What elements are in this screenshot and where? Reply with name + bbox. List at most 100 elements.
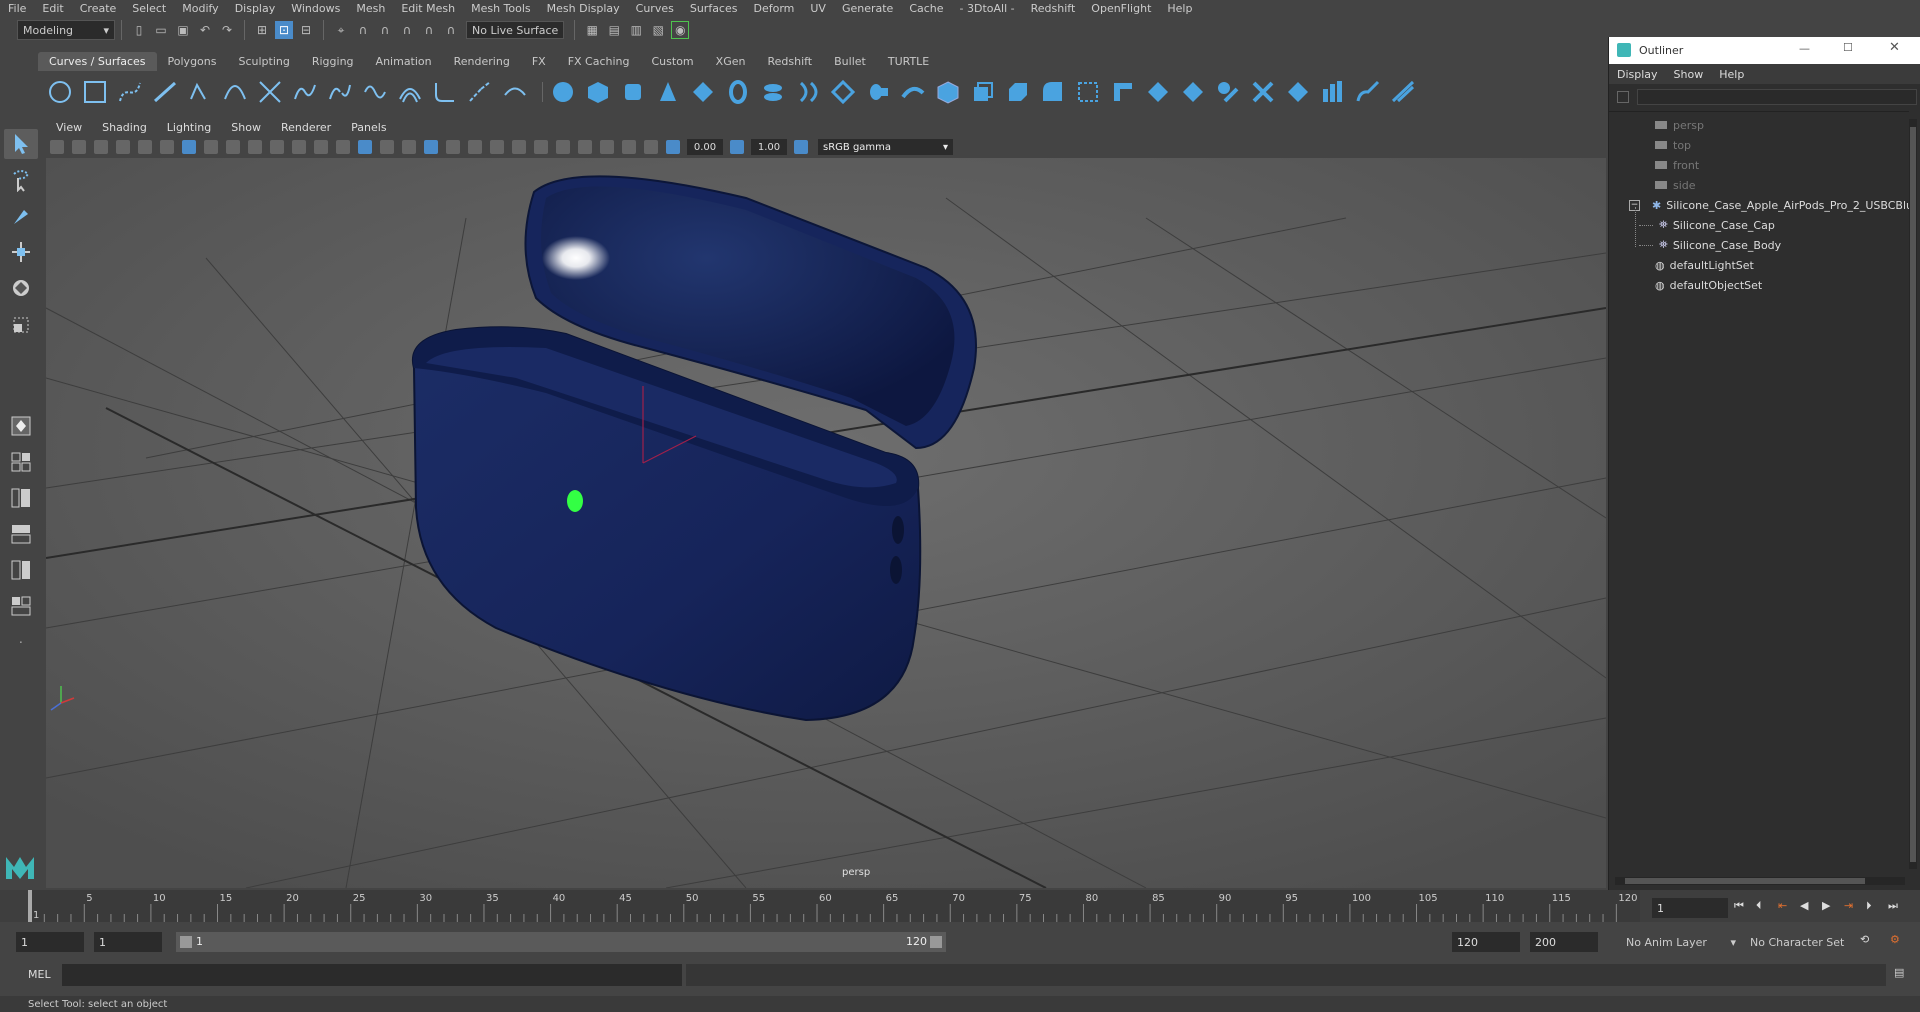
menu-surfaces[interactable]: Surfaces (682, 2, 746, 15)
menu-edit-mesh[interactable]: Edit Mesh (393, 2, 463, 15)
smooth-shade-icon[interactable] (358, 140, 372, 154)
nurbs-cube-icon[interactable] (584, 78, 612, 106)
mel-label[interactable]: MEL (28, 968, 51, 981)
nurbs-plane-icon[interactable] (689, 78, 717, 106)
curve-intersect-icon[interactable] (256, 78, 284, 106)
tab-fx[interactable]: FX (521, 52, 557, 71)
render-view-icon[interactable]: ▧ (649, 21, 667, 39)
extend-surface-icon[interactable] (1319, 78, 1347, 106)
move-tool-icon[interactable] (4, 237, 38, 267)
curve-detach-icon[interactable] (326, 78, 354, 106)
time-ruler[interactable]: 1 5 10 15 20 25 30 35 40 45 50 55 60 65 70 75 80 85 90 95 10… (28, 890, 1640, 922)
tab-xgen[interactable]: XGen (705, 52, 757, 71)
birail-icon[interactable] (899, 78, 927, 106)
trim-tool-icon[interactable] (1109, 78, 1137, 106)
menu-file[interactable]: File (0, 2, 34, 15)
save-scene-icon[interactable]: ▣ (174, 21, 192, 39)
nurbs-cone-icon[interactable] (654, 78, 682, 106)
select-component-icon[interactable]: ⊟ (297, 21, 315, 39)
redo-icon[interactable]: ↷ (218, 21, 236, 39)
time-slider[interactable]: 1 5 10 15 20 25 30 35 40 45 50 55 60 65 70 75 80 85 90 95 10… (0, 890, 1920, 922)
panel-menu-lighting[interactable]: Lighting (157, 121, 221, 134)
intersect-surface-icon[interactable] (1039, 78, 1067, 106)
script-editor-icon[interactable]: ▤ (1894, 966, 1904, 979)
menu-redshift[interactable]: Redshift (1023, 2, 1084, 15)
ipr-render-icon[interactable]: ▥ (627, 21, 645, 39)
image-plane-icon[interactable] (116, 140, 130, 154)
2d-pan-zoom-icon[interactable] (138, 140, 152, 154)
go-to-start-icon[interactable]: ⏮ (1734, 899, 1744, 913)
gamma-icon[interactable] (730, 140, 744, 154)
range-start-handle[interactable] (180, 936, 192, 948)
cv-curve-icon[interactable] (116, 78, 144, 106)
outliner-item-body[interactable]: ⛯ Silicone_Case_Body (1639, 235, 1781, 255)
viewport-persp[interactable]: persp (46, 158, 1606, 888)
camera-attributes-icon[interactable] (72, 140, 86, 154)
menu-mesh-tools[interactable]: Mesh Tools (463, 2, 539, 15)
step-forward-frame-icon[interactable]: ⇥ (1844, 899, 1853, 912)
boundary-icon[interactable] (934, 78, 962, 106)
pencil-curve-icon[interactable] (186, 78, 214, 106)
outliner-item-cap[interactable]: ⛯ Silicone_Case_Cap (1639, 215, 1775, 235)
resolution-gate-icon[interactable] (226, 140, 240, 154)
safe-action-icon[interactable] (292, 140, 306, 154)
menu-curves[interactable]: Curves (628, 2, 682, 15)
exposure-field[interactable]: 0.00 (687, 139, 723, 155)
detach-surface-icon[interactable] (1214, 78, 1242, 106)
single-perspective-layout-icon[interactable] (4, 411, 38, 441)
snap-surface-icon[interactable]: ∩ (420, 21, 438, 39)
curve-smooth-icon[interactable] (501, 78, 529, 106)
menu-openflight[interactable]: OpenFlight (1083, 2, 1159, 15)
ambient-occlusion-icon[interactable] (490, 140, 504, 154)
menu-modify[interactable]: Modify (174, 2, 226, 15)
gamma-field[interactable]: 1.00 (751, 139, 787, 155)
scrollbar-thumb[interactable] (1625, 878, 1865, 884)
tab-animation[interactable]: Animation (365, 52, 443, 71)
outliner-item-persp[interactable]: persp (1655, 115, 1704, 135)
close-icon[interactable]: ✕ (1889, 40, 1900, 55)
outliner-persp-layout-icon[interactable] (4, 483, 38, 513)
curve-rebuild-icon[interactable] (361, 78, 389, 106)
playback-preferences-icon[interactable]: ⚙ (1890, 933, 1900, 946)
outliner-item-side[interactable]: side (1655, 175, 1696, 195)
menu-cache[interactable]: Cache (901, 2, 951, 15)
nurbs-torus-icon[interactable] (724, 78, 752, 106)
tab-redshift[interactable]: Redshift (756, 52, 823, 71)
isolate-select-icon[interactable] (578, 140, 592, 154)
range-slider[interactable]: 1 120 (176, 932, 946, 952)
select-object-icon[interactable]: ⊡ (275, 21, 293, 39)
menu-mesh-display[interactable]: Mesh Display (539, 2, 628, 15)
four-view-layout-icon[interactable] (4, 447, 38, 477)
character-set-dropdown[interactable]: No Character Set (1746, 932, 1868, 952)
panel-menu-renderer[interactable]: Renderer (271, 121, 341, 134)
anim-layer-dropdown[interactable]: No Anim Layer ▾ (1622, 932, 1740, 952)
curve-fillet-icon[interactable] (431, 78, 459, 106)
nurbs-square-icon[interactable] (81, 78, 109, 106)
current-frame-field[interactable]: 1 (1652, 898, 1728, 918)
wireframe-on-shaded-icon[interactable] (402, 140, 416, 154)
bookmarks-icon[interactable] (94, 140, 108, 154)
outliner-vertical-scrollbar[interactable] (1909, 119, 1917, 869)
snap-curve-icon[interactable]: ∩ (354, 21, 372, 39)
undo-icon[interactable]: ↶ (196, 21, 214, 39)
tab-curves-surfaces[interactable]: Curves / Surfaces (38, 52, 157, 71)
tab-fx-caching[interactable]: FX Caching (557, 52, 641, 71)
film-gate-icon[interactable] (204, 140, 218, 154)
color-management-icon[interactable] (794, 140, 808, 154)
menu-display[interactable]: Display (227, 2, 284, 15)
view-transform-dropdown[interactable]: sRGB gamma ▾ (818, 139, 953, 155)
square-surface-icon[interactable] (969, 78, 997, 106)
gate-mask-icon[interactable] (248, 140, 262, 154)
render-frame-icon[interactable]: ▤ (605, 21, 623, 39)
mel-input[interactable] (62, 964, 682, 986)
go-to-end-icon[interactable]: ⏭ (1888, 899, 1898, 913)
current-time-marker[interactable] (28, 890, 32, 922)
curve-extend-icon[interactable] (466, 78, 494, 106)
hypershade-icon[interactable]: ◉ (671, 21, 690, 39)
animation-start-field[interactable]: 1 (16, 932, 84, 952)
menu-create[interactable]: Create (72, 2, 125, 15)
outliner-item-front[interactable]: front (1655, 155, 1699, 175)
curve-offset-icon[interactable] (396, 78, 424, 106)
outliner-item-group[interactable]: − ✱ Silicone_Case_Apple_AirPods_Pro_2_US… (1629, 195, 1913, 215)
render-settings-icon[interactable]: ▦ (583, 21, 601, 39)
